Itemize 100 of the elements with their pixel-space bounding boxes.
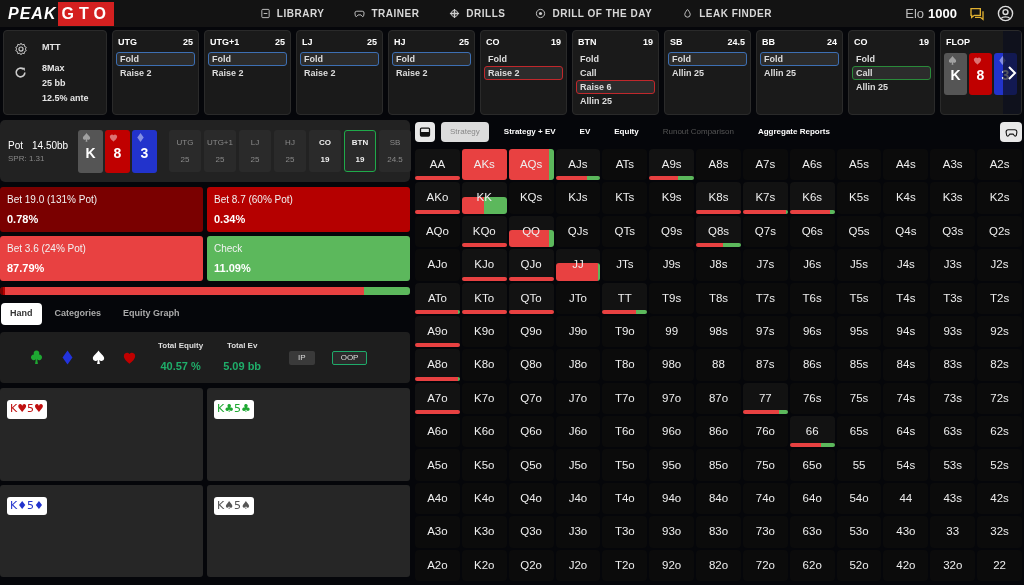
hand-cell[interactable]: AKs bbox=[461, 149, 507, 181]
hand-cell[interactable]: ATo bbox=[415, 282, 460, 314]
action-option[interactable]: Raise 6 bbox=[576, 79, 655, 94]
hand-cell[interactable]: 65o bbox=[789, 449, 835, 481]
hand-cell[interactable]: T7o bbox=[602, 382, 648, 415]
hand-cell[interactable]: J5s bbox=[836, 249, 882, 281]
hand-cell[interactable]: KJs bbox=[555, 182, 601, 214]
tab[interactable]: Hand bbox=[1, 303, 42, 325]
action-option[interactable]: Fold bbox=[668, 51, 747, 66]
action-option[interactable]: Raise 2 bbox=[116, 65, 195, 80]
hand-cell[interactable]: J7s bbox=[742, 249, 788, 281]
hand-cell[interactable]: A2s bbox=[977, 149, 1022, 181]
hand-cell[interactable]: T6s bbox=[789, 282, 835, 314]
hand-cell[interactable]: K3s bbox=[930, 182, 976, 214]
hand-cell[interactable]: 86o bbox=[696, 416, 741, 448]
side-toggle[interactable]: OOP bbox=[331, 350, 368, 365]
hand-cell[interactable]: A8o bbox=[415, 349, 460, 381]
hand-cell[interactable]: 66 bbox=[789, 416, 835, 448]
hand-cell[interactable]: AQs bbox=[508, 149, 554, 181]
hand-cell[interactable]: T5o bbox=[602, 449, 648, 481]
hand-cell[interactable]: 82o bbox=[696, 549, 741, 581]
hand-cell[interactable]: 87o bbox=[696, 382, 741, 415]
hand-cell[interactable]: 92o bbox=[649, 549, 695, 581]
hand-cell[interactable]: 74s bbox=[883, 382, 929, 415]
hand-cell[interactable]: A2o bbox=[415, 549, 460, 581]
hand-cell[interactable]: T7s bbox=[742, 282, 788, 314]
hand-cell[interactable]: K8o bbox=[461, 349, 507, 381]
action-tile[interactable]: Bet 3.6 (24% Pot) 87.79% bbox=[0, 236, 203, 281]
hand-cell[interactable]: 83o bbox=[696, 516, 741, 548]
hand-cell[interactable]: 93o bbox=[649, 516, 695, 548]
action-option[interactable]: Fold bbox=[760, 51, 839, 66]
side-toggle[interactable]: IP bbox=[289, 350, 315, 365]
hand-cell[interactable]: K3o bbox=[461, 516, 507, 548]
hand-cell[interactable]: J4o bbox=[555, 482, 601, 515]
hand-cell[interactable]: QTs bbox=[602, 215, 648, 248]
hand-cell[interactable]: J9o bbox=[555, 315, 601, 348]
hand-cell[interactable]: K2s bbox=[977, 182, 1022, 214]
action-option[interactable]: Raise 2 bbox=[484, 65, 563, 80]
hand-cell[interactable]: K4s bbox=[883, 182, 929, 214]
tab[interactable]: Equity bbox=[605, 122, 648, 142]
hand-cell[interactable]: 44 bbox=[883, 482, 929, 515]
hand-cell[interactable]: K4o bbox=[461, 482, 507, 515]
hand-cell[interactable]: 74o bbox=[742, 482, 788, 515]
hand-cell[interactable]: A4o bbox=[415, 482, 460, 515]
nav-link[interactable]: LIBRARY bbox=[259, 6, 325, 21]
hand-cell[interactable]: 75o bbox=[742, 449, 788, 481]
hand-cell[interactable]: 22 bbox=[977, 549, 1022, 581]
hand-cell[interactable]: KJo bbox=[461, 249, 507, 281]
hand-cell[interactable]: 73s bbox=[930, 382, 976, 415]
action-option[interactable]: Call bbox=[852, 65, 931, 80]
hand-cell[interactable]: A3o bbox=[415, 516, 460, 548]
hand-cell[interactable]: 52s bbox=[977, 449, 1022, 481]
hand-cell[interactable]: J9s bbox=[649, 249, 695, 281]
hand-cell[interactable]: 54o bbox=[836, 482, 882, 515]
hand-cell[interactable]: 87s bbox=[742, 349, 788, 381]
hand-cell[interactable]: 84s bbox=[883, 349, 929, 381]
hand-cell[interactable]: 85s bbox=[836, 349, 882, 381]
nav-link[interactable]: TRAINER bbox=[354, 6, 420, 21]
hand-cell[interactable]: KTs bbox=[602, 182, 648, 214]
hand-cell[interactable]: 32s bbox=[977, 516, 1022, 548]
hand-cell[interactable]: Q5o bbox=[508, 449, 554, 481]
hand-cell[interactable]: A3s bbox=[930, 149, 976, 181]
hand-cell[interactable]: 98s bbox=[696, 315, 741, 348]
hand-cell[interactable]: 86s bbox=[789, 349, 835, 381]
hand-cell[interactable]: KQo bbox=[461, 215, 507, 248]
hand-cell[interactable]: JTo bbox=[555, 282, 601, 314]
hand-cell[interactable]: QJo bbox=[508, 249, 554, 281]
hand-cell[interactable]: Q8o bbox=[508, 349, 554, 381]
hand-cell[interactable]: A5s bbox=[836, 149, 882, 181]
hand-cell[interactable]: 96o bbox=[649, 416, 695, 448]
hand-cell[interactable]: KQs bbox=[508, 182, 554, 214]
hand-cell[interactable]: 76s bbox=[789, 382, 835, 415]
action-option[interactable]: Allin 25 bbox=[668, 65, 747, 80]
hand-cell[interactable]: 53o bbox=[836, 516, 882, 548]
hand-cell[interactable]: K7o bbox=[461, 382, 507, 415]
hand-cell[interactable]: 64o bbox=[789, 482, 835, 515]
hand-cell[interactable]: J6o bbox=[555, 416, 601, 448]
hand-cell[interactable]: 33 bbox=[930, 516, 976, 548]
action-option[interactable]: Allin 25 bbox=[760, 65, 839, 80]
hand-cell[interactable]: QTo bbox=[508, 282, 554, 314]
action-option[interactable]: Fold bbox=[392, 51, 471, 66]
hand-cell[interactable]: T9s bbox=[649, 282, 695, 314]
hand-cell[interactable]: Q3s bbox=[930, 215, 976, 248]
hand-cell[interactable]: T4o bbox=[602, 482, 648, 515]
hand-cell[interactable]: 97o bbox=[649, 382, 695, 415]
hand-cell[interactable]: 83s bbox=[930, 349, 976, 381]
hand-cell[interactable]: AA bbox=[415, 149, 460, 181]
hand-cell[interactable]: T8o bbox=[602, 349, 648, 381]
hand-cell[interactable]: T3o bbox=[602, 516, 648, 548]
hand-cell[interactable]: 43o bbox=[883, 516, 929, 548]
hand-cell[interactable]: AQo bbox=[415, 215, 460, 248]
hand-cell[interactable]: T2o bbox=[602, 549, 648, 581]
hand-cell[interactable]: Q4s bbox=[883, 215, 929, 248]
hand-cell[interactable]: A7s bbox=[742, 149, 788, 181]
hand-cell[interactable]: Q2s bbox=[977, 215, 1022, 248]
hand-cell[interactable]: Q6o bbox=[508, 416, 554, 448]
hand-cell[interactable]: 54s bbox=[883, 449, 929, 481]
hand-cell[interactable]: 94o bbox=[649, 482, 695, 515]
hand-cell[interactable]: 94s bbox=[883, 315, 929, 348]
action-option[interactable]: Raise 2 bbox=[392, 65, 471, 80]
